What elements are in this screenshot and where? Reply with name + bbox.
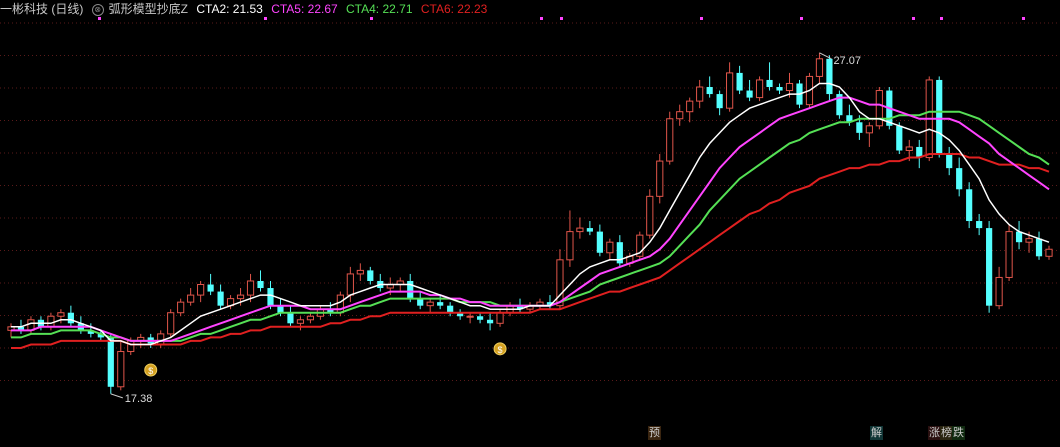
marker-dot <box>940 17 943 20</box>
candle-body-up <box>127 340 135 353</box>
high-label: 27.07 <box>833 55 861 67</box>
candle-body-down <box>407 280 414 299</box>
candle-body-up <box>905 146 913 151</box>
badge-die[interactable]: 跌 <box>952 426 965 440</box>
candle-body-up <box>666 118 674 162</box>
candle-body-up <box>167 312 175 335</box>
candle-body-down <box>287 312 294 324</box>
badge-jie[interactable]: 解 <box>870 426 883 440</box>
candle-body-down <box>277 305 284 313</box>
candle-body-up <box>995 276 1003 307</box>
candle-body-down <box>447 305 454 313</box>
candle-body-down <box>706 87 713 95</box>
candle-body-down <box>946 154 953 169</box>
candle-body-up <box>356 269 364 275</box>
marker-dot <box>700 17 703 20</box>
candle-body-down <box>746 90 753 98</box>
candle-body-up <box>296 319 305 324</box>
candle-body-up <box>117 351 125 388</box>
candle-body-up <box>686 100 694 113</box>
marker-dot <box>912 17 915 20</box>
candle-body-up <box>187 294 195 303</box>
candle-body-up <box>1045 248 1053 257</box>
candle-body-up <box>57 312 65 317</box>
candle-body-down <box>896 125 903 151</box>
candle-body-down <box>826 58 833 95</box>
candle-body-down <box>107 337 114 387</box>
candle-body-down <box>207 284 214 292</box>
marker-dot <box>370 17 373 20</box>
marker-dot <box>560 17 563 20</box>
candle-body-up <box>755 79 764 99</box>
candle-body-down <box>437 302 444 306</box>
candle-body-up <box>346 273 354 296</box>
candle-body-up <box>426 301 434 307</box>
candle-body-up <box>646 195 654 236</box>
candle-body-up <box>696 86 704 102</box>
candle-body-up <box>875 90 883 127</box>
candle-body-down <box>716 94 723 109</box>
candle-body-down <box>966 189 973 222</box>
candle-body-down <box>936 79 943 155</box>
candle-body-down <box>596 231 603 253</box>
candle-body-down <box>67 312 74 324</box>
candle-body-up <box>726 72 734 109</box>
candle-body-down <box>986 228 993 306</box>
badge-yu[interactable]: 预 <box>648 426 661 440</box>
ma-line-cta2 <box>11 82 1050 346</box>
marker-dot <box>540 17 543 20</box>
candle-body-up <box>496 312 504 324</box>
low-pointer <box>110 393 123 399</box>
candle-body-down <box>1035 238 1043 257</box>
candle-body-down <box>976 221 983 229</box>
candle-body-down <box>486 319 494 324</box>
candle-body-up <box>576 227 584 233</box>
candle-body-down <box>1015 231 1023 243</box>
candle-body-up <box>1005 231 1013 278</box>
candle-body-down <box>367 270 374 281</box>
marker-dot <box>1022 17 1025 20</box>
candle-body-up <box>306 315 315 321</box>
candle-body-up <box>177 301 185 314</box>
candle-body-down <box>856 122 863 133</box>
candle-body-down <box>776 87 783 91</box>
candle-body-up <box>865 125 873 134</box>
candle-body-up <box>566 231 574 261</box>
marker-dot <box>264 17 267 20</box>
candle-body-up <box>815 58 824 77</box>
money-bag-glyph: $ <box>148 366 153 376</box>
candle-body-up <box>47 315 55 328</box>
marker-dot <box>98 17 101 20</box>
candle-body-down <box>736 72 743 91</box>
candle-body-up <box>785 82 794 92</box>
candle-body-down <box>417 298 424 306</box>
candle-body-up <box>606 241 614 254</box>
candle-body-up <box>1025 238 1033 243</box>
candle-body-up <box>197 284 205 296</box>
low-label: 17.38 <box>125 393 153 405</box>
candle-body-up <box>556 259 564 307</box>
ma-line-cta6 <box>11 153 1050 349</box>
candle-body-down <box>257 280 264 289</box>
candle-body-down <box>766 79 773 88</box>
candle-body-up <box>157 333 165 345</box>
marker-dot <box>800 17 803 20</box>
candle-body-up <box>246 280 255 296</box>
candle-body-up <box>656 160 664 197</box>
candle-body-down <box>586 228 593 232</box>
candle-body-up <box>676 111 684 120</box>
candle-body-up <box>466 315 474 318</box>
candle-body-down <box>477 316 484 320</box>
money-bag-glyph: $ <box>498 345 503 355</box>
candle-body-down <box>267 288 274 306</box>
candle-body-down <box>217 291 224 306</box>
candle-body-up <box>236 294 245 300</box>
candle-body-down <box>956 168 963 190</box>
candlestick-chart[interactable]: 27.07 17.38 $ $ <box>0 0 1060 440</box>
